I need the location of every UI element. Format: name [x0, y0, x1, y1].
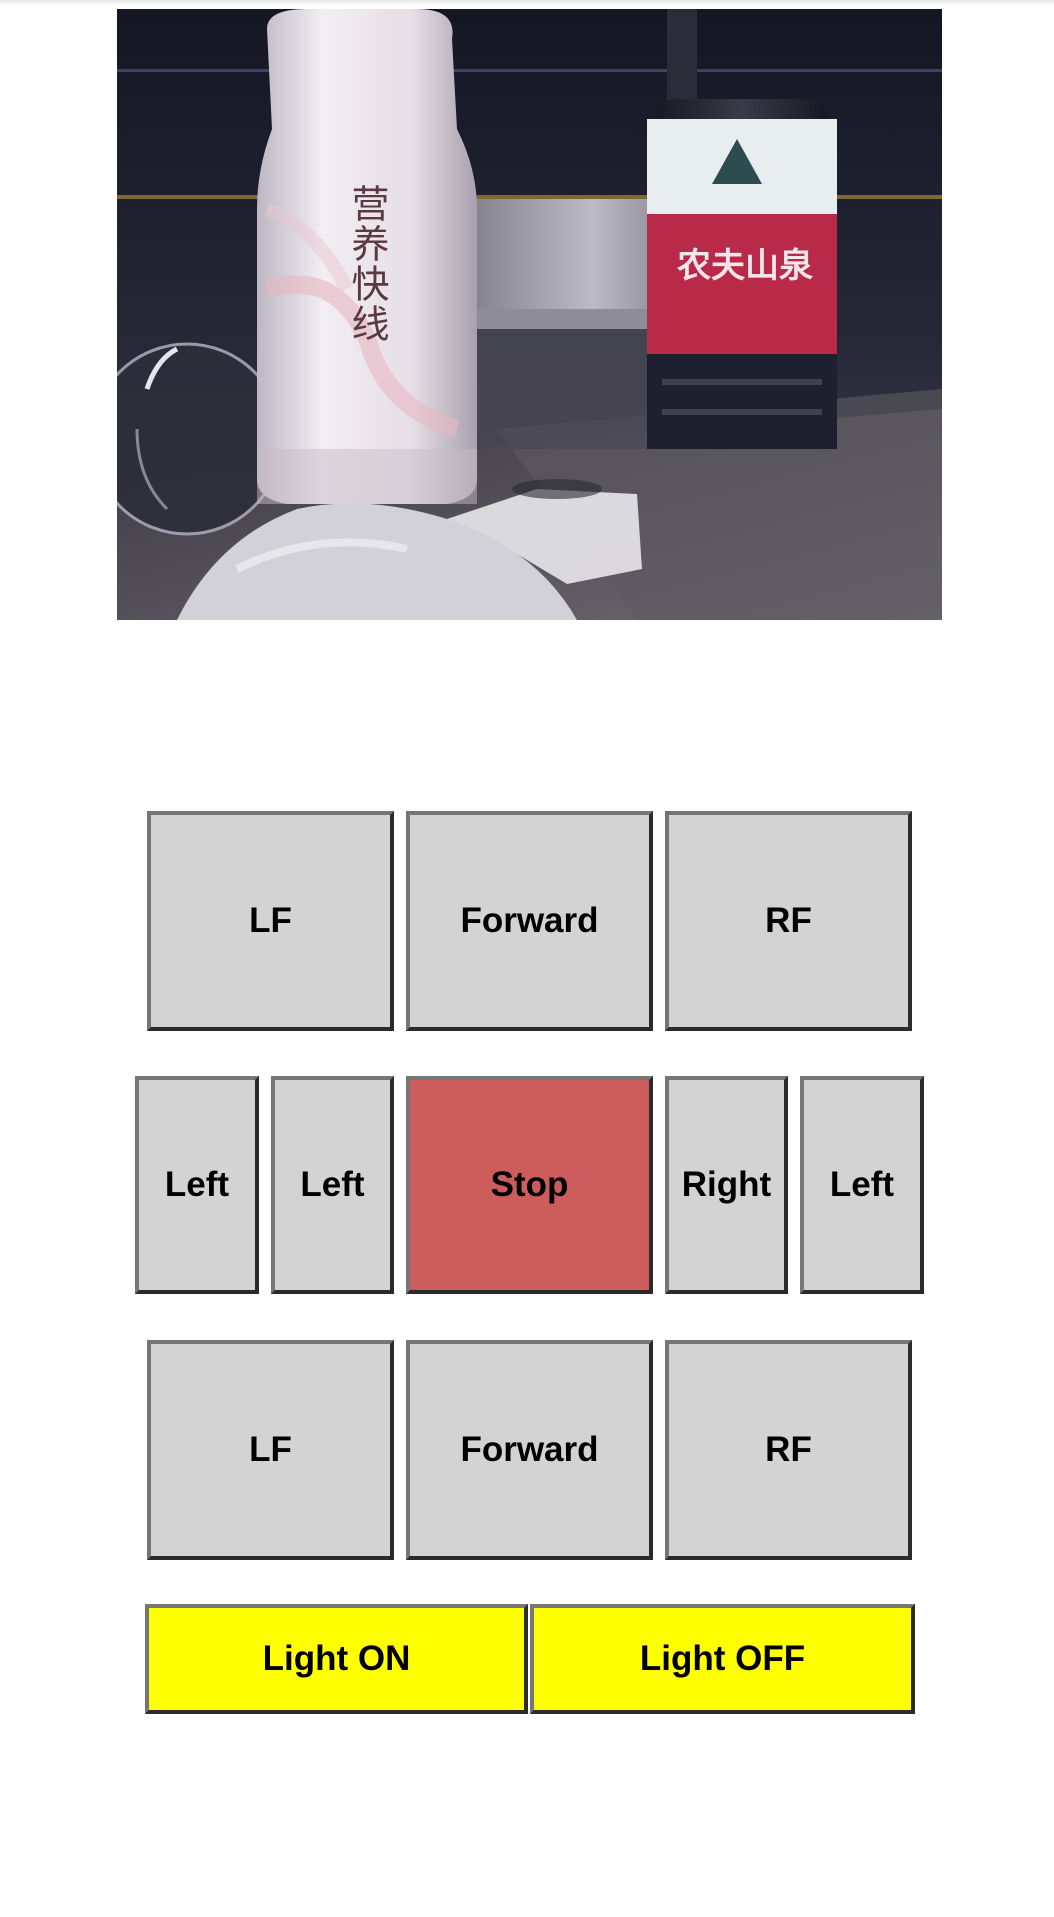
lf-button-bottom[interactable]: LF [147, 1340, 394, 1560]
right-button[interactable]: Right [665, 1076, 788, 1294]
forward-button[interactable]: Forward [406, 811, 653, 1031]
light-on-button[interactable]: Light ON [145, 1604, 528, 1714]
camera-frame: 营养快线 农夫山泉 [117, 9, 942, 620]
bottle-left-label: 营养快线 [345, 184, 389, 344]
lf-button[interactable]: LF [147, 811, 394, 1031]
forward-button-bottom[interactable]: Forward [406, 1340, 653, 1560]
top-shadow [0, 0, 1054, 6]
left-button-2[interactable]: Left [271, 1076, 394, 1294]
left-button-3[interactable]: Left [800, 1076, 924, 1294]
stop-button[interactable]: Stop [406, 1076, 653, 1294]
camera-feed: 营养快线 农夫山泉 [117, 9, 942, 620]
rf-button[interactable]: RF [665, 811, 912, 1031]
light-off-button[interactable]: Light OFF [530, 1604, 915, 1714]
left-button-1[interactable]: Left [135, 1076, 259, 1294]
bottle-right-label: 农夫山泉 [677, 246, 813, 286]
rf-button-bottom[interactable]: RF [665, 1340, 912, 1560]
